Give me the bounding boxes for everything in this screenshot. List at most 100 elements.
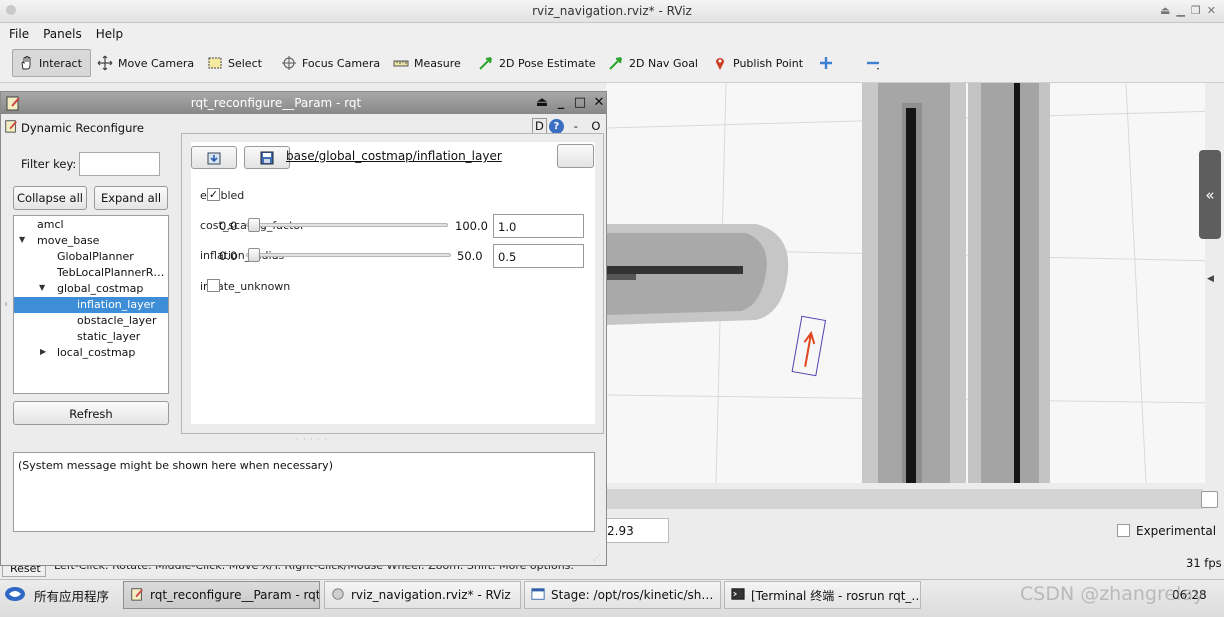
terminal-icon <box>731 587 745 604</box>
inflation-radius-min: 0.0 <box>219 249 238 263</box>
expand-right-icon[interactable]: ▶ <box>40 347 46 356</box>
fps-label: 31 fps <box>1186 556 1222 570</box>
tree-item-selected[interactable]: inflation_layer <box>14 297 168 313</box>
green-arrow-icon <box>608 55 624 71</box>
window-icon <box>531 587 545 604</box>
experimental-checkbox[interactable] <box>1117 524 1130 537</box>
cost-scaling-factor-input[interactable]: 1.0 <box>493 214 584 238</box>
minimize-icon[interactable]: ▁ <box>1176 4 1184 17</box>
plugin-title: Dynamic Reconfigure <box>21 120 144 135</box>
inflation-radius-input[interactable]: 0.5 <box>493 244 584 268</box>
tree-item[interactable]: obstacle_layer <box>14 313 168 329</box>
measure-tool-button[interactable]: Measure <box>388 49 466 77</box>
ruler-icon <box>393 55 409 71</box>
remove-tool-button[interactable] <box>860 49 886 77</box>
shade-icon[interactable]: ⏏ <box>536 95 548 110</box>
restore-icon[interactable]: ❐ <box>1191 4 1201 17</box>
notepad-icon <box>4 119 18 136</box>
menu-file[interactable]: File <box>9 27 29 41</box>
publish-point-tool-button[interactable]: Publish Point <box>707 49 808 77</box>
tree-item[interactable]: ▼ global_costmap <box>14 281 168 297</box>
enabled-checkbox[interactable]: ✓ <box>207 188 220 201</box>
system-message-area: (System message might be shown here when… <box>13 452 595 532</box>
rqt-reconfigure-window: rqt_reconfigure__Param - rqt ⏏ _ □ ✕ Dyn… <box>0 91 607 566</box>
load-params-button[interactable] <box>191 146 237 169</box>
time-value-field[interactable]: 2.93 <box>602 518 669 543</box>
tree-item[interactable]: static_layer <box>14 329 168 345</box>
refresh-button[interactable]: Refresh <box>13 401 169 425</box>
filter-key-label: Filter key: <box>21 157 77 171</box>
focus-camera-tool-button[interactable]: Focus Camera <box>276 49 385 77</box>
taskbar-item-terminal[interactable]: [Terminal 终端 - rosrun rqt_… <box>724 581 921 609</box>
rqt-titlebar[interactable]: rqt_reconfigure__Param - rqt ⏏ _ □ ✕ <box>1 92 606 114</box>
save-params-button[interactable] <box>244 146 290 169</box>
expand-down-icon[interactable]: ▼ <box>19 235 25 244</box>
maximize-icon[interactable]: □ <box>574 95 586 110</box>
close-icon[interactable]: ✕ <box>593 95 605 110</box>
toolbar: Interact Move Camera Select Focus Camera… <box>0 44 1224 83</box>
splitter-handle[interactable]: · · · · · <box>296 435 328 444</box>
node-tree: amcl ▼ move_base GlobalPlanner TebLocalP… <box>13 215 169 394</box>
tree-item[interactable]: ▶ local_costmap <box>14 345 168 361</box>
hand-pointer-icon <box>18 55 34 71</box>
close-icon[interactable]: ✕ <box>1207 4 1216 17</box>
save-disk-icon <box>260 151 274 164</box>
2d-pose-estimate-tool-button[interactable]: 2D Pose Estimate <box>473 49 601 77</box>
interact-tool-button[interactable]: Interact <box>12 49 91 77</box>
collapse-all-button[interactable]: Collapse all <box>13 186 87 210</box>
cost-scaling-factor-slider-handle[interactable] <box>247 218 260 232</box>
rqt-window-controls: ⏏ _ □ ✕ <box>536 95 605 110</box>
cost-scaling-factor-slider[interactable] <box>246 223 448 227</box>
plugin-controls: D ? - O <box>532 118 604 134</box>
tree-item[interactable]: amcl <box>14 217 168 233</box>
app-menu-icon <box>4 585 26 606</box>
taskbar-item-stage[interactable]: Stage: /opt/ros/kinetic/sh… <box>524 581 721 609</box>
expand-all-button[interactable]: Expand all <box>94 186 168 210</box>
dock-button[interactable]: D <box>532 118 547 134</box>
plugin-header: Dynamic Reconfigure <box>4 119 144 136</box>
2d-nav-goal-tool-button[interactable]: 2D Nav Goal <box>603 49 703 77</box>
menu-help[interactable]: Help <box>96 27 123 41</box>
select-box-icon <box>207 55 223 71</box>
time-panel-checkbox[interactable] <box>1201 491 1218 508</box>
close-plugin-button[interactable]: O <box>588 118 604 134</box>
left-triangle-icon[interactable]: ◀ <box>1207 274 1214 284</box>
resize-grip[interactable]: ⋰ <box>593 553 601 562</box>
map-pin-icon <box>712 55 728 71</box>
costmap-render <box>606 83 1218 483</box>
cost-scaling-factor-min: 0.0 <box>219 219 238 233</box>
taskbar-item-rqt[interactable]: rqt_reconfigure__Param - rqt <box>123 581 320 609</box>
inflation-radius-slider-handle[interactable] <box>247 248 260 262</box>
add-tool-button[interactable] <box>813 49 839 77</box>
expand-down-icon[interactable]: ▼ <box>39 283 45 292</box>
window-controls: ⏏ ▁ ❐ ✕ <box>1160 4 1216 17</box>
minimize-plugin-button[interactable]: - <box>566 118 586 134</box>
inflation-radius-slider[interactable] <box>246 253 451 257</box>
help-icon[interactable]: ? <box>548 118 564 134</box>
menubar: File Panels Help <box>0 23 1224 44</box>
cost-scaling-factor-max: 100.0 <box>455 219 488 233</box>
collapse-right-panel-button[interactable]: « <box>1199 150 1221 239</box>
menu-panels[interactable]: Panels <box>43 27 82 41</box>
3d-viewport[interactable] <box>606 83 1218 483</box>
tree-item[interactable]: GlobalPlanner <box>14 249 168 265</box>
minimize-icon[interactable]: _ <box>555 95 567 110</box>
splitter-arrow-icon[interactable]: › <box>4 299 8 310</box>
select-tool-button[interactable]: Select <box>202 49 267 77</box>
load-file-icon <box>207 152 221 164</box>
notepad-icon <box>130 587 144 604</box>
tree-item[interactable]: TebLocalPlannerR… <box>14 265 168 281</box>
filter-key-input[interactable] <box>79 152 160 176</box>
minus-icon <box>865 55 881 71</box>
robot-pose-marker[interactable] <box>791 315 827 377</box>
shade-icon[interactable]: ⏏ <box>1160 4 1170 17</box>
close-param-panel-button[interactable] <box>557 144 594 168</box>
move-camera-icon <box>97 55 113 71</box>
window-title: rviz_navigation.rviz* - RViz <box>532 4 692 18</box>
start-menu-button[interactable]: 所有应用程序 <box>4 585 109 606</box>
inflate-unknown-checkbox[interactable] <box>207 279 220 292</box>
tree-item[interactable]: ▼ move_base <box>14 233 168 249</box>
experimental-label: Experimental <box>1136 524 1217 538</box>
taskbar-item-rviz[interactable]: rviz_navigation.rviz* - RViz <box>324 581 521 609</box>
move-camera-tool-button[interactable]: Move Camera <box>92 49 199 77</box>
